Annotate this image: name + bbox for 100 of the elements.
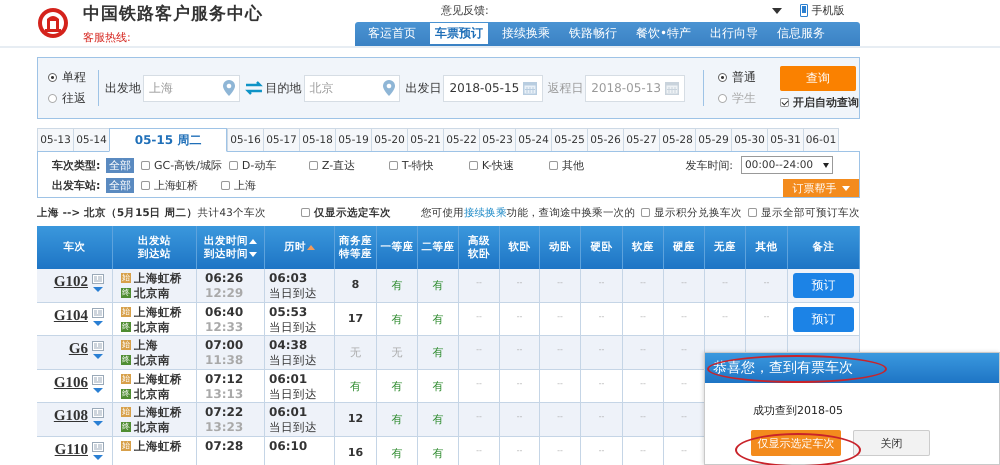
- swap-icon[interactable]: [244, 81, 263, 95]
- trip-type-radio[interactable]: 单程: [48, 69, 86, 86]
- seat-availability: --: [557, 446, 563, 454]
- date-tab[interactable]: 05-30: [731, 128, 767, 151]
- details-icon[interactable]: [92, 408, 104, 428]
- nav-tab[interactable]: 车票预订: [430, 23, 488, 44]
- date-tab[interactable]: 05-31: [767, 128, 803, 151]
- details-icon[interactable]: [92, 374, 104, 394]
- train-type-checkbox[interactable]: 其他: [548, 158, 622, 172]
- display-option-checkbox[interactable]: 显示积分兑换车次: [641, 206, 742, 220]
- details-icon[interactable]: [92, 341, 104, 361]
- trip-type-radio[interactable]: 往返: [48, 90, 86, 107]
- train-number[interactable]: G6: [68, 341, 88, 358]
- railway-logo: [37, 7, 69, 39]
- arrive-time: 12:33: [205, 320, 244, 334]
- nav-tab[interactable]: 餐饮•特产: [631, 23, 696, 44]
- all-chip[interactable]: 全部: [106, 178, 134, 192]
- date-tab[interactable]: 05-19: [335, 128, 371, 151]
- sort-down-icon[interactable]: [249, 252, 257, 256]
- date-tab[interactable]: 06-01: [803, 128, 839, 151]
- feedback-label: 意见反馈:: [441, 3, 489, 18]
- date-tab[interactable]: 05-24: [515, 128, 551, 151]
- nav-tab[interactable]: 铁路畅行: [564, 23, 622, 44]
- column-header: 其他: [756, 241, 778, 254]
- hotline-label: 客服热线:: [83, 30, 132, 44]
- location-pin-icon[interactable]: [222, 80, 235, 96]
- train-number[interactable]: G104: [54, 308, 88, 324]
- date-tab[interactable]: 05-18: [299, 128, 335, 151]
- arrive-time: 11:38: [205, 353, 244, 367]
- column-header: 车次: [64, 241, 86, 254]
- end-badge: 终: [121, 422, 131, 432]
- details-icon[interactable]: [92, 442, 104, 462]
- seat-availability: --: [681, 446, 687, 454]
- depart-time-select[interactable]: 00:00--24:00: [741, 156, 833, 174]
- depart-time: 06:26: [205, 271, 244, 285]
- close-button[interactable]: 关闭: [853, 430, 930, 456]
- date-tab[interactable]: 05-14: [73, 128, 109, 151]
- date-tab[interactable]: 05-26: [587, 128, 623, 151]
- only-selected-checkbox[interactable]: 仅显示选定车次: [300, 206, 391, 220]
- phone-icon: [800, 4, 808, 18]
- to-station: 北京南: [134, 320, 170, 334]
- train-number[interactable]: G108: [54, 408, 88, 425]
- date-tab[interactable]: 05-28: [659, 128, 695, 151]
- date-tab[interactable]: 05-22: [443, 128, 479, 151]
- train-type-checkbox[interactable]: T-特快: [388, 158, 462, 172]
- train-type-checkbox[interactable]: D-动车: [228, 158, 302, 172]
- date-tab[interactable]: 05-17: [263, 128, 299, 151]
- auto-query-checkbox[interactable]: 开启自动查询: [780, 95, 860, 110]
- start-badge: 始: [121, 273, 131, 283]
- duration: 06:10: [269, 438, 308, 452]
- passenger-type-radio[interactable]: 普通: [718, 69, 756, 86]
- seat-availability: 12: [348, 412, 364, 425]
- train-number[interactable]: G106: [54, 374, 88, 392]
- book-button[interactable]: 预订: [793, 273, 854, 298]
- nav-tab[interactable]: 客运首页: [363, 23, 421, 44]
- arrive-time: 12:29: [205, 286, 244, 300]
- date-tab[interactable]: 05-20: [371, 128, 407, 151]
- display-option-checkbox[interactable]: 显示全部可预订车次: [748, 206, 860, 220]
- seat-availability: --: [557, 378, 563, 388]
- end-badge: 终: [121, 388, 131, 398]
- column-header: 硬座: [673, 241, 695, 254]
- nav-tab[interactable]: 信息服务: [772, 23, 830, 44]
- train-type-checkbox[interactable]: Z-直达: [308, 158, 382, 172]
- train-type-checkbox[interactable]: GC-高铁/城际: [141, 158, 222, 172]
- from-station: 上海虹桥: [134, 405, 182, 419]
- train-number[interactable]: G102: [54, 274, 88, 291]
- seat-availability: --: [516, 278, 522, 287]
- location-pin-icon[interactable]: [383, 80, 396, 96]
- date-tab[interactable]: 05-23: [479, 128, 515, 151]
- date-tab[interactable]: 05-29: [695, 128, 731, 151]
- seat-availability: --: [476, 378, 482, 388]
- transfer-link[interactable]: 接续换乘: [464, 206, 507, 218]
- seat-availability: --: [764, 278, 770, 287]
- book-button[interactable]: 预订: [793, 306, 854, 332]
- arrive-time: 13:23: [205, 420, 244, 434]
- from-station: 上海虹桥: [134, 304, 182, 318]
- caret-icon[interactable]: [772, 8, 782, 14]
- train-type-checkbox[interactable]: K-快速: [468, 158, 542, 172]
- duration: 05:53: [269, 304, 308, 318]
- date-tab[interactable]: 05-13: [37, 128, 73, 151]
- details-icon[interactable]: [92, 274, 104, 294]
- date-tab[interactable]: 05-21: [407, 128, 443, 151]
- date-tab[interactable]: 05-16: [227, 128, 263, 151]
- seat-availability: --: [640, 278, 646, 287]
- nav-tab[interactable]: 出行向导: [705, 23, 764, 44]
- station-checkbox[interactable]: 上海虹桥: [141, 178, 214, 192]
- start-badge: 始: [121, 440, 131, 450]
- nav-tab[interactable]: 接续换乘: [497, 23, 555, 44]
- arrival-day: 当日到达: [269, 320, 334, 334]
- from-station: 上海虹桥: [134, 372, 182, 386]
- date-tab[interactable]: 05-27: [623, 128, 659, 151]
- date-tab[interactable]: 05-15 周二: [109, 128, 227, 152]
- all-chip[interactable]: 全部: [106, 158, 134, 172]
- depart-date-field[interactable]: 2018-05-15: [443, 74, 544, 102]
- train-number[interactable]: G110: [54, 442, 88, 458]
- from-station: 上海虹桥: [134, 438, 182, 452]
- station-checkbox[interactable]: 上海: [221, 178, 294, 192]
- details-icon[interactable]: [92, 308, 104, 328]
- mobile-link[interactable]: 手机版: [800, 3, 845, 18]
- date-tab[interactable]: 05-25: [551, 128, 587, 151]
